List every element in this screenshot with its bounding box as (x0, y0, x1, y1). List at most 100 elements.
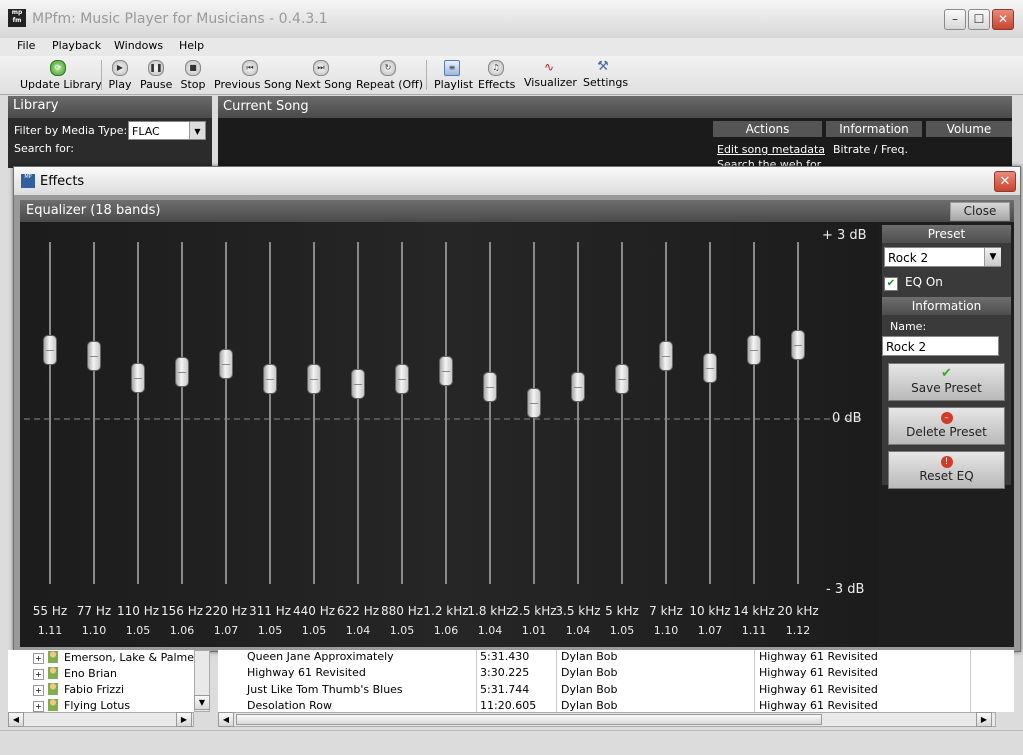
eq-slider-handle[interactable] (175, 356, 189, 387)
scroll-left-icon[interactable]: ◀ (218, 712, 234, 727)
play-button[interactable]: ▶ Play (107, 58, 133, 92)
table-row[interactable]: Just Like Tom Thumb's Blues 5:31.744 Dyl… (218, 681, 978, 698)
chevron-down-icon[interactable]: ▼ (984, 248, 1001, 266)
eq-slider-track[interactable] (137, 242, 139, 584)
scroll-right-icon[interactable]: ▶ (976, 712, 992, 727)
eq-slider-handle[interactable] (219, 349, 233, 380)
menu-file[interactable]: File (17, 39, 35, 52)
eq-slider-track[interactable] (445, 242, 447, 584)
close-icon[interactable]: ✕ (992, 9, 1014, 30)
eq-slider-handle[interactable] (571, 372, 585, 402)
visualizer-button[interactable]: ∿ Visualizer (524, 58, 577, 92)
eq-slider-handle[interactable] (747, 335, 761, 366)
tree-horizontal-scrollbar[interactable] (8, 712, 194, 727)
band-gain-value: 1.05 (125, 624, 151, 637)
eq-on-checkbox[interactable]: ✔ (884, 277, 898, 291)
maximize-icon[interactable]: ☐ (968, 9, 990, 30)
band-frequency-label: 440 Hz (292, 604, 336, 618)
scroll-down-icon[interactable]: ▼ (194, 695, 210, 710)
update-library-button[interactable]: ⟳ Update Library (20, 58, 102, 92)
scroll-left-icon[interactable]: ◀ (8, 712, 24, 727)
eq-slider-handle[interactable] (703, 352, 717, 383)
menu-playback[interactable]: Playback (52, 39, 101, 52)
expand-icon[interactable]: + (33, 669, 44, 680)
playlist-button[interactable]: ≡ Playlist (434, 58, 474, 92)
eq-slider-track[interactable] (621, 242, 623, 584)
pause-button[interactable]: ❚❚ Pause (140, 58, 172, 92)
eq-slider-track[interactable] (797, 242, 799, 584)
menu-windows[interactable]: Windows (114, 39, 163, 52)
eq-slider-handle[interactable] (307, 363, 321, 394)
eq-slider-track[interactable] (93, 242, 95, 584)
playlist-label: Playlist (434, 78, 474, 91)
repeat-icon: ↻ (380, 60, 396, 76)
eq-slider-handle[interactable] (615, 363, 629, 394)
song-artist: Dylan Bob (561, 650, 618, 663)
previous-icon: ⏮ (242, 60, 258, 76)
eq-slider-handle[interactable] (131, 362, 145, 393)
tree-item[interactable]: + Eno Brian (8, 666, 117, 682)
edit-song-metadata-link[interactable]: Edit song metadata (717, 143, 825, 156)
equalizer-close-button[interactable]: Close (950, 202, 1010, 221)
table-row[interactable]: Queen Jane Approximately 5:31.430 Dylan … (218, 648, 978, 665)
eq-slider-track[interactable] (489, 242, 491, 584)
scroll-thumb[interactable] (236, 714, 822, 725)
delete-preset-label: Delete Preset (906, 425, 987, 439)
save-preset-button[interactable]: ✔ Save Preset (888, 363, 1005, 401)
menu-bar: File Playback Windows Help (0, 38, 1023, 56)
eq-slider-track[interactable] (577, 242, 579, 584)
table-row[interactable]: Highway 61 Revisited 3:30.225 Dylan Bob … (218, 664, 978, 681)
tree-item[interactable]: + Emerson, Lake & Palmer (8, 650, 199, 666)
eq-slider-track[interactable] (225, 242, 227, 584)
menu-help[interactable]: Help (179, 39, 204, 52)
eq-slider-track[interactable] (313, 242, 315, 584)
eq-slider-handle[interactable] (395, 363, 409, 394)
band-frequency-label: 1.8 kHz (467, 604, 513, 618)
preset-name-input[interactable]: Rock 2 (882, 336, 999, 356)
eq-slider-track[interactable] (665, 242, 667, 584)
eq-slider-track[interactable] (753, 242, 755, 584)
band-gain-value: 1.07 (697, 624, 723, 637)
expand-icon[interactable]: + (33, 653, 44, 664)
stop-label: Stop (180, 78, 206, 91)
expand-icon[interactable]: + (33, 701, 44, 712)
artist-icon (48, 651, 58, 663)
scroll-right-icon[interactable]: ▶ (176, 712, 192, 727)
eq-slider-handle[interactable] (527, 388, 541, 419)
band-gain-value: 1.07 (213, 624, 239, 637)
settings-button[interactable]: ⚒ Settings (583, 58, 628, 92)
effects-title-bar: MP Effects ✕ (14, 167, 1020, 195)
eq-slider-track[interactable] (269, 242, 271, 584)
next-song-button[interactable]: ⏭ Next Song (295, 58, 352, 92)
eq-slider-handle[interactable] (87, 341, 101, 372)
repeat-button[interactable]: ↻ Repeat (Off) (356, 58, 423, 92)
actions-header: Actions (713, 121, 822, 137)
minimize-icon[interactable]: – (944, 9, 966, 30)
previous-song-button[interactable]: ⏮ Previous Song (214, 58, 292, 92)
close-icon[interactable]: ✕ (994, 171, 1016, 192)
eq-slider-handle[interactable] (483, 372, 497, 402)
expand-icon[interactable]: + (33, 685, 44, 696)
eq-slider-track[interactable] (357, 242, 359, 584)
tree-item-label: Eno Brian (64, 667, 117, 680)
eq-slider-handle[interactable] (263, 363, 277, 394)
db-bottom-label: - 3 dB (826, 582, 865, 597)
band-frequency-label: 110 Hz (116, 604, 160, 618)
eq-slider-handle[interactable] (351, 368, 365, 399)
delete-preset-button[interactable]: – Delete Preset (888, 407, 1005, 445)
media-type-select[interactable]: FLAC ▼ (128, 121, 206, 140)
eq-slider-handle[interactable] (43, 335, 57, 366)
eq-slider-handle[interactable] (791, 329, 805, 360)
eq-slider-track[interactable] (181, 242, 183, 584)
song-artist: Dylan Bob (561, 683, 618, 696)
tree-item[interactable]: + Fabio Frizzi (8, 682, 124, 698)
band-gain-value: 1.05 (257, 624, 283, 637)
eq-slider-track[interactable] (401, 242, 403, 584)
eq-slider-handle[interactable] (659, 341, 673, 372)
stop-button[interactable]: ■ Stop (180, 58, 206, 92)
eq-slider-track[interactable] (709, 242, 711, 584)
effects-button[interactable]: ♫ Effects (478, 58, 515, 92)
eq-slider-handle[interactable] (439, 355, 453, 386)
eq-slider-track[interactable] (49, 242, 51, 584)
reset-eq-button[interactable]: ! Reset EQ (888, 451, 1005, 489)
